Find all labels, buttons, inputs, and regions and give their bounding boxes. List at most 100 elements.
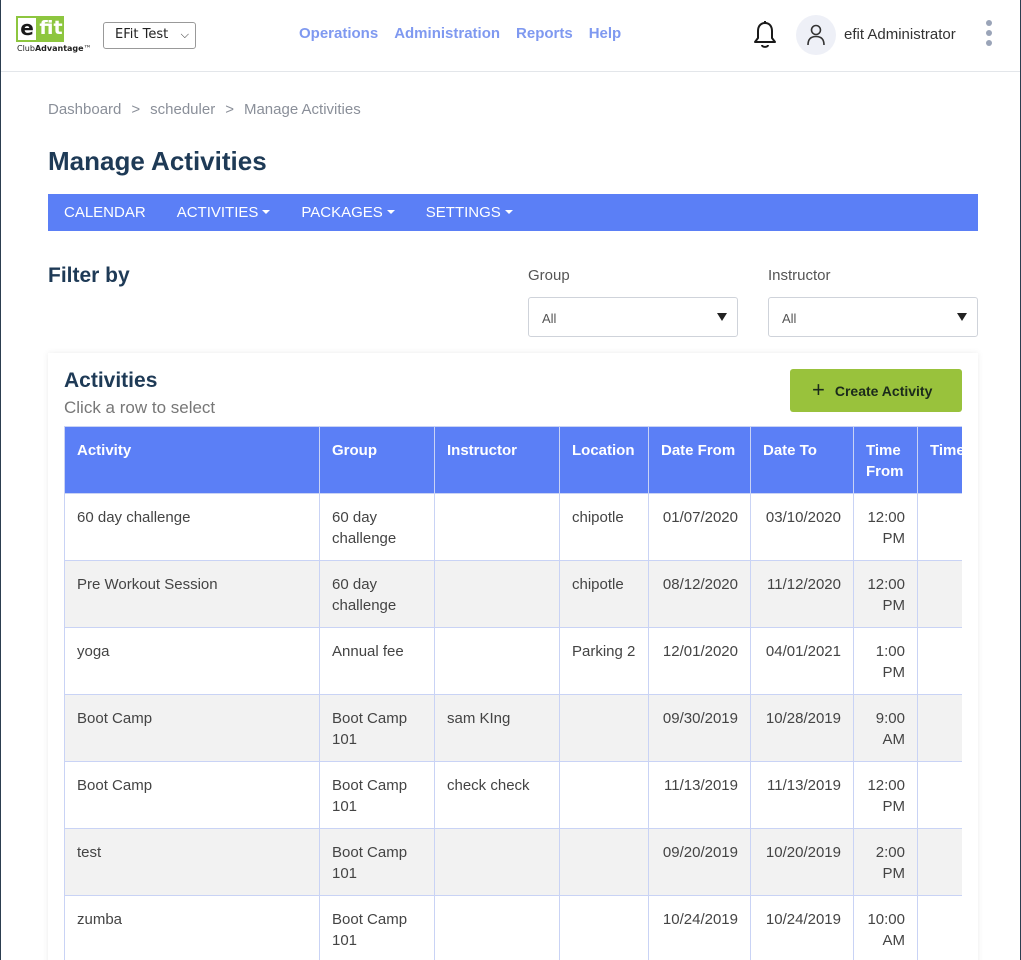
subnav-calendar[interactable]: CALENDAR (64, 204, 146, 221)
cell-date-from: 09/30/2019 (648, 694, 751, 762)
bell-icon[interactable] (752, 20, 778, 50)
column-header-date-to[interactable]: Date To (750, 426, 854, 494)
table-row[interactable]: Boot Camp Boot Camp 101 sam KIng 09/30/2019… (64, 694, 962, 762)
cell-group: Annual fee (319, 627, 435, 695)
cell-date-to: 03/10/2020 (750, 493, 854, 561)
cell-group: 60 day challenge (319, 493, 435, 561)
cell-date-to: 11/12/2020 (750, 560, 854, 628)
cell-group: 60 day challenge (319, 560, 435, 628)
logo-e: e (16, 16, 38, 42)
table-row[interactable]: Boot Camp Boot Camp 101 check check 11/13/2… (64, 761, 962, 829)
cell-time-to: 1:00 PM (917, 560, 962, 628)
activities-table: Activity Group Instructor Location Date … (64, 426, 962, 960)
subnav-settings[interactable]: SETTINGS (426, 204, 513, 221)
cell-group: Boot Camp 101 (319, 694, 435, 762)
avatar[interactable] (796, 15, 836, 55)
table-row[interactable]: yoga Annual fee Parking 2 12/01/2020 04/01/2… (64, 627, 962, 695)
logo-fit: fit (38, 16, 64, 42)
subnav-activities[interactable]: ACTIVITIES (177, 204, 271, 221)
breadcrumb-scheduler[interactable]: scheduler (150, 101, 215, 118)
column-header-activity[interactable]: Activity (64, 426, 320, 494)
nav-operations[interactable]: Operations (299, 25, 378, 42)
column-header-location[interactable]: Location (559, 426, 649, 494)
cell-instructor: check check (434, 761, 560, 829)
caret-down-icon (717, 313, 727, 321)
cell-date-to: 10/28/2019 (750, 694, 854, 762)
cell-instructor (434, 895, 560, 960)
nav-help[interactable]: Help (589, 25, 622, 42)
cell-activity: zumba (64, 895, 320, 960)
cell-date-from: 01/07/2020 (648, 493, 751, 561)
column-header-time-from[interactable]: Time From (853, 426, 918, 494)
cell-time-from: 9:00 AM (853, 694, 918, 762)
user-icon (807, 24, 825, 46)
column-header-group[interactable]: Group (319, 426, 435, 494)
group-filter-label: Group (528, 267, 570, 284)
efit-logo[interactable]: e fit ClubAdvantage™ (16, 16, 92, 56)
cell-date-to: 10/24/2019 (750, 895, 854, 960)
chevron-down-icon: ⌵ (180, 28, 189, 41)
breadcrumb-current: Manage Activities (243, 101, 361, 118)
activities-card: Activities Click a row to select + Creat… (48, 353, 978, 960)
cell-instructor (434, 560, 560, 628)
cell-time-to: 1:00 PM (917, 493, 962, 561)
subnav-packages[interactable]: PACKAGES (301, 204, 394, 221)
cell-location (559, 895, 649, 960)
table-header-row: Activity Group Instructor Location Date … (64, 426, 962, 494)
cell-time-from: 2:00 PM (853, 828, 918, 896)
nav-administration[interactable]: Administration (394, 25, 500, 42)
club-select-value: EFit Test (115, 27, 169, 42)
logo-subtitle: ClubAdvantage™ (17, 44, 92, 53)
group-filter-select[interactable]: All (528, 297, 738, 337)
cell-group: Boot Camp 101 (319, 828, 435, 896)
breadcrumb-separator: > (131, 101, 141, 118)
cell-time-to: 10:30 AM (917, 895, 962, 960)
cell-time-to: 1:00 PM (917, 761, 962, 829)
table-row[interactable]: test Boot Camp 101 09/20/2019 10/20/2019 2:0… (64, 828, 962, 896)
cell-time-to: 1:30 PM (917, 627, 962, 695)
create-activity-label: Create Activity (834, 382, 933, 399)
club-select[interactable]: EFit Test ⌵ (103, 22, 196, 49)
cell-time-from: 10:00 AM (853, 895, 918, 960)
cell-instructor (434, 627, 560, 695)
nav-reports[interactable]: Reports (516, 25, 573, 42)
table-row[interactable]: 60 day challenge 60 day challenge chipotle… (64, 493, 962, 561)
column-header-date-from[interactable]: Date From (648, 426, 751, 494)
cell-date-from: 10/24/2019 (648, 895, 751, 960)
cell-date-to: 10/20/2019 (750, 828, 854, 896)
create-activity-button[interactable]: + Create Activity (790, 369, 962, 412)
cell-location: chipotle (559, 493, 649, 561)
cell-time-from: 12:00 PM (853, 761, 918, 829)
group-filter-value: All (542, 311, 557, 326)
instructor-filter-value: All (782, 311, 797, 326)
cell-date-from: 11/13/2019 (648, 761, 751, 829)
user-name[interactable]: efit Administrator (844, 26, 956, 43)
cell-instructor: sam KIng (434, 694, 560, 762)
breadcrumb-separator: > (225, 101, 234, 118)
breadcrumb: Dashboard > scheduler > Manage Activitie… (48, 101, 361, 118)
cell-instructor (434, 493, 560, 561)
cell-time-from: 12:00 PM (853, 560, 918, 628)
cell-time-from: 1:00 PM (853, 627, 918, 695)
instructor-filter-select[interactable]: All (768, 297, 978, 337)
column-header-instructor[interactable]: Instructor (434, 426, 560, 494)
cell-activity: yoga (64, 627, 320, 695)
cell-time-to: 10:00 AM (917, 694, 962, 762)
activities-table-wrapper[interactable]: Activity Group Instructor Location Date … (64, 426, 962, 960)
cell-date-from: 09/20/2019 (648, 828, 751, 896)
breadcrumb-dashboard[interactable]: Dashboard (48, 101, 121, 118)
top-bar: e fit ClubAdvantage™ EFit Test ⌵ Operati… (1, 0, 1020, 72)
cell-date-from: 12/01/2020 (648, 627, 751, 695)
activities-subtitle: Click a row to select (64, 398, 216, 417)
more-vertical-icon[interactable] (984, 20, 994, 50)
sub-nav: CALENDAR ACTIVITIES PACKAGES SETTINGS (48, 194, 978, 231)
cell-date-to: 04/01/2021 (750, 627, 854, 695)
cell-activity: 60 day challenge (64, 493, 320, 561)
table-row[interactable]: Pre Workout Session 60 day challenge chipo… (64, 560, 962, 628)
cell-activity: Pre Workout Session (64, 560, 320, 628)
main-nav: Operations Administration Reports Help (299, 25, 621, 42)
instructor-filter-label: Instructor (768, 267, 831, 284)
cell-group: Boot Camp 101 (319, 761, 435, 829)
table-row[interactable]: zumba Boot Camp 101 10/24/2019 10/24/2019 10… (64, 895, 962, 960)
column-header-time-to[interactable]: Time To (917, 426, 962, 494)
